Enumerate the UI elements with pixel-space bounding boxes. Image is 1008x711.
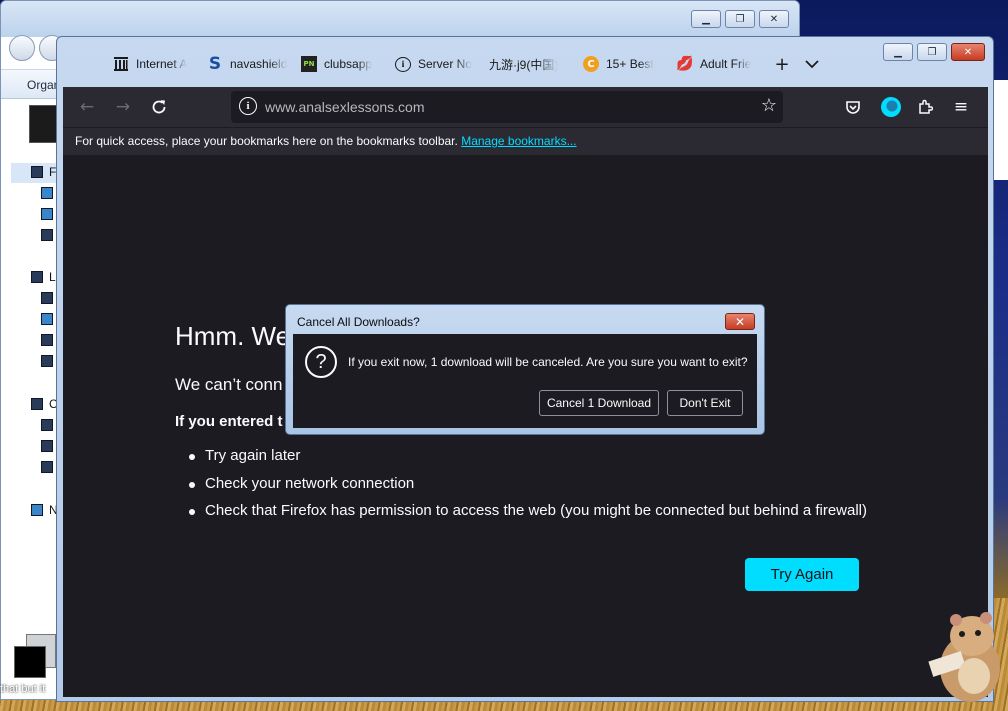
account-icon[interactable]: [881, 97, 901, 117]
pocket-icon[interactable]: [841, 95, 865, 119]
drive-icon: [41, 419, 53, 431]
tree-item-libraries[interactable]: L: [31, 270, 56, 284]
dont-exit-button[interactable]: Don't Exit: [667, 390, 743, 416]
info-circle-icon: i: [395, 56, 411, 72]
list-item: Check that Firefox has permission to acc…: [187, 502, 867, 530]
archive-icon: [113, 56, 129, 72]
tree-item[interactable]: [41, 229, 53, 241]
tab-clubsapp[interactable]: PN clubsapp: [297, 51, 391, 77]
maximize-icon[interactable]: ❐: [917, 43, 947, 61]
tab-navashield[interactable]: S navashield: [203, 51, 297, 77]
cancel-download-button[interactable]: Cancel 1 Download: [539, 390, 659, 416]
desktop-icon: [41, 187, 53, 199]
tab-label: 15+ Best: [606, 57, 654, 71]
tree-item-computer[interactable]: C: [31, 397, 58, 411]
tree-item-label: L: [49, 270, 56, 284]
site-info-icon[interactable]: i: [239, 97, 257, 115]
pn-logo-icon: PN: [301, 56, 317, 72]
error-title: Hmm. We: [175, 321, 291, 351]
url-bar[interactable]: i www.analsexlessons.com ☆: [231, 91, 783, 123]
tree-item[interactable]: [41, 313, 53, 325]
try-again-button[interactable]: Try Again: [745, 558, 859, 591]
drive-icon: [41, 461, 53, 473]
folder-thumbnail: [29, 105, 57, 143]
explorer-titlebar: [1, 1, 799, 37]
error-entered-hint: If you entered t: [175, 413, 283, 430]
tree-item[interactable]: [41, 461, 53, 473]
dialog-title: Cancel All Downloads?: [297, 315, 420, 329]
error-short-description: We can’t conn: [175, 375, 283, 394]
tree-item[interactable]: [41, 208, 53, 220]
back-arrow-icon[interactable]: ←: [75, 95, 99, 119]
error-suggestions: Try again later Check your network conne…: [187, 447, 867, 530]
reload-icon[interactable]: [147, 95, 171, 119]
tab-jiuyou[interactable]: 九游·j9(中国): [485, 51, 579, 77]
favorites-icon: [31, 166, 43, 178]
recent-icon: [41, 229, 53, 241]
close-icon[interactable]: ✕: [759, 10, 789, 28]
videos-icon: [41, 355, 53, 367]
pictures-icon: [41, 334, 53, 346]
list-all-tabs-icon[interactable]: [797, 51, 827, 77]
dialog-body: ? If you exit now, 1 download will be ca…: [293, 334, 757, 428]
tree-item[interactable]: [41, 419, 53, 431]
bookmark-star-icon[interactable]: ☆: [761, 95, 777, 116]
bookmarks-hint-text: For quick access, place your bookmarks h…: [75, 134, 458, 148]
tab-strip: Internet A S navashield PN clubsapp i Se…: [109, 51, 827, 77]
libraries-icon: [31, 271, 43, 283]
back-button[interactable]: [9, 35, 35, 61]
bookmarks-toolbar: For quick access, place your bookmarks h…: [63, 127, 988, 155]
tab-label: 九游·j9(中国): [489, 57, 559, 72]
tab-label: Adult Frie: [700, 57, 752, 71]
dialog-message: If you exit now, 1 download will be canc…: [348, 355, 748, 369]
tree-item-favorites[interactable]: F: [31, 165, 56, 179]
url-text[interactable]: www.analsexlessons.com: [265, 99, 425, 115]
bookmarks-hint: For quick access, place your bookmarks h…: [75, 134, 577, 148]
explorer-window-controls: ▁ ❐ ✕: [691, 10, 789, 28]
tree-item[interactable]: [41, 440, 53, 452]
forward-arrow-icon[interactable]: →: [111, 95, 135, 119]
close-icon[interactable]: ✕: [951, 43, 985, 61]
maximize-icon[interactable]: ❐: [725, 10, 755, 28]
tree-item-network[interactable]: N: [31, 503, 58, 517]
nav-toolbar: ← → i www.analsexlessons.com ☆ ≡: [63, 87, 988, 127]
minimize-icon[interactable]: ▁: [883, 43, 913, 61]
tab-label: Server No: [418, 57, 473, 71]
tree-item[interactable]: [41, 334, 53, 346]
downloads-icon: [41, 208, 53, 220]
new-tab-icon[interactable]: +: [767, 51, 797, 77]
tab-label: Internet A: [136, 57, 188, 71]
desktop-shortcut-label[interactable]: that but it: [0, 683, 58, 695]
tab-label: clubsapp: [324, 57, 373, 71]
drive-icon: [41, 440, 53, 452]
tab-internet-archive[interactable]: Internet A: [109, 51, 203, 77]
manage-bookmarks-link[interactable]: Manage bookmarks...: [461, 134, 576, 148]
menu-icon[interactable]: ≡: [949, 95, 973, 119]
list-item: Check your network connection: [187, 475, 867, 503]
tree-item[interactable]: [41, 292, 53, 304]
tab-adult-friend[interactable]: 💋 Adult Frie: [673, 51, 767, 77]
documents-icon: [41, 292, 53, 304]
question-icon: ?: [305, 346, 337, 378]
music-icon: [41, 313, 53, 325]
c-logo-icon: C: [583, 56, 599, 72]
tab-server-not-found[interactable]: i Server No: [391, 51, 485, 77]
lips-icon: 💋: [676, 56, 694, 72]
firefox-window-controls: ▁ ❐ ✕: [883, 43, 985, 61]
hamster-figure: [922, 606, 1006, 706]
desktop-shortcut[interactable]: [12, 634, 56, 680]
extensions-icon[interactable]: [913, 95, 937, 119]
computer-icon: [31, 398, 43, 410]
list-item: Try again later: [187, 447, 867, 475]
tab-label: navashield: [230, 57, 288, 71]
minimize-icon[interactable]: ▁: [691, 10, 721, 28]
tab-15-best[interactable]: C 15+ Best: [579, 51, 673, 77]
close-icon[interactable]: ✕: [725, 313, 755, 330]
network-icon: [31, 504, 43, 516]
s-logo-icon: S: [208, 54, 222, 74]
tree-item[interactable]: [41, 355, 53, 367]
cancel-downloads-dialog: Cancel All Downloads? ✕ ? If you exit no…: [285, 304, 765, 435]
file-icon: [14, 646, 46, 678]
tree-item[interactable]: [41, 187, 53, 199]
